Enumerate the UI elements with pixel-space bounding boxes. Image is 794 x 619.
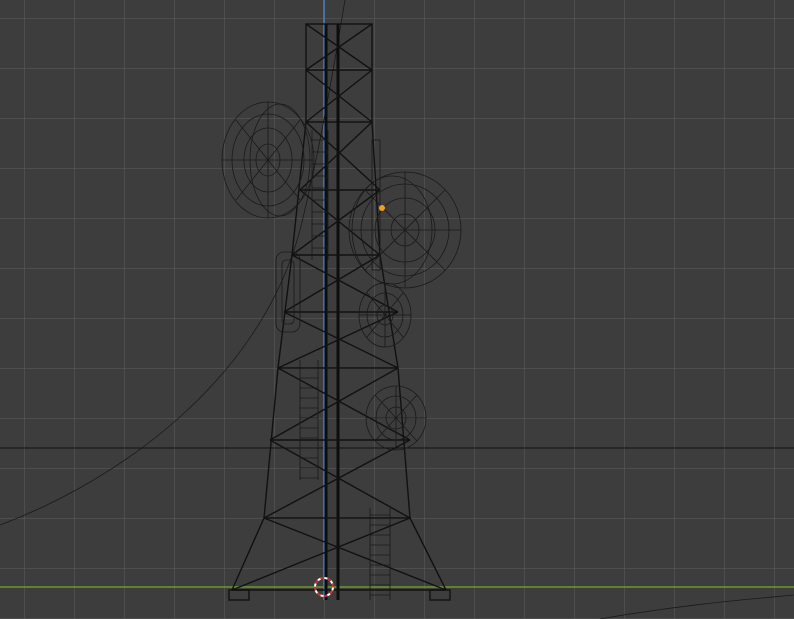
cable-curve[interactable] <box>0 0 346 526</box>
origin-point[interactable] <box>379 205 385 211</box>
wireframe-scene[interactable] <box>0 0 794 619</box>
tower-lattice[interactable] <box>228 23 451 601</box>
3d-viewport[interactable] <box>0 0 794 619</box>
cable-curve-bottom[interactable] <box>599 594 794 619</box>
